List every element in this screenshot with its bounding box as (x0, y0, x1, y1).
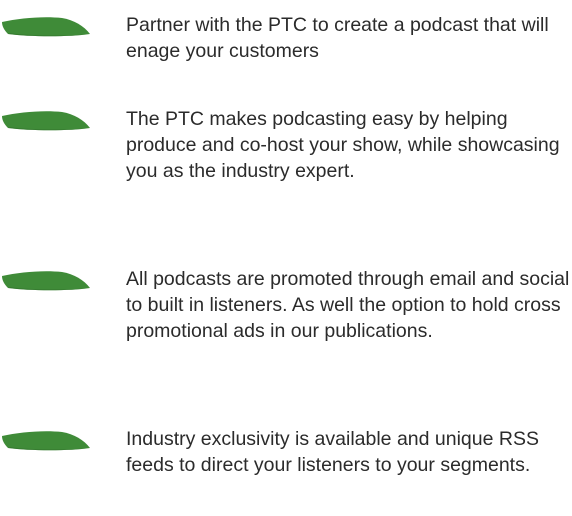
bullet-text: All podcasts are promoted through email … (126, 268, 570, 342)
bullet-text: Industry exclusivity is available and un… (126, 428, 539, 476)
green-leaf-bullet-icon (0, 430, 92, 452)
green-leaf-bullet-icon (0, 16, 92, 38)
green-leaf-bullet-icon (0, 110, 92, 132)
bullet-text: The PTC makes podcasting easy by helping… (126, 108, 560, 182)
bullet-text: Partner with the PTC to create a podcast… (126, 14, 549, 62)
bullet-list: Partner with the PTC to create a podcast… (0, 0, 572, 516)
green-leaf-bullet-icon (0, 270, 92, 292)
